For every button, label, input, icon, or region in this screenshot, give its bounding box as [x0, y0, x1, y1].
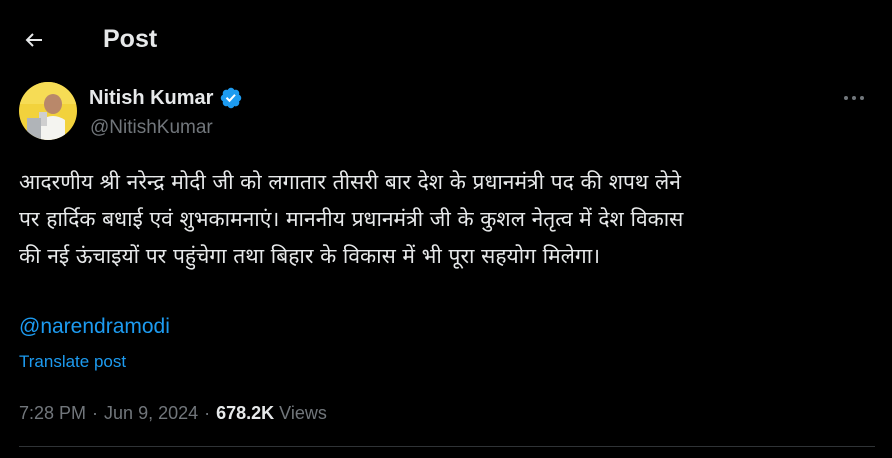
translate-post-link[interactable]: Translate post [19, 350, 126, 374]
post-meta: 7:28 PM · Jun 9, 2024 · 678.2K Views [19, 400, 327, 426]
author-name[interactable]: Nitish Kumar [89, 85, 243, 111]
verified-badge-icon[interactable] [219, 86, 243, 110]
views-count: 678.2K [216, 403, 275, 423]
mention-link[interactable]: @narendramodi [19, 312, 170, 342]
author-name-text: Nitish Kumar [89, 87, 214, 109]
author-handle[interactable]: @NitishKumar [90, 116, 213, 140]
back-button[interactable] [14, 20, 54, 60]
more-dots-icon [844, 96, 864, 100]
post-time[interactable]: 7:28 PM [19, 400, 86, 426]
arrow-left-icon [25, 33, 42, 47]
meta-separator: · [204, 403, 211, 423]
page-title: Post [103, 25, 158, 53]
avatar[interactable] [19, 82, 77, 140]
post-text: आदरणीय श्री नरेन्द्र मोदी जी को लगातार त… [19, 170, 684, 268]
more-options-button[interactable] [836, 84, 872, 112]
post-date[interactable]: Jun 9, 2024 [104, 400, 198, 426]
views-label: Views [279, 403, 327, 423]
meta-separator: · [92, 403, 99, 423]
post-header: Post [0, 0, 892, 78]
divider [19, 446, 875, 447]
avatar-image [19, 82, 77, 140]
